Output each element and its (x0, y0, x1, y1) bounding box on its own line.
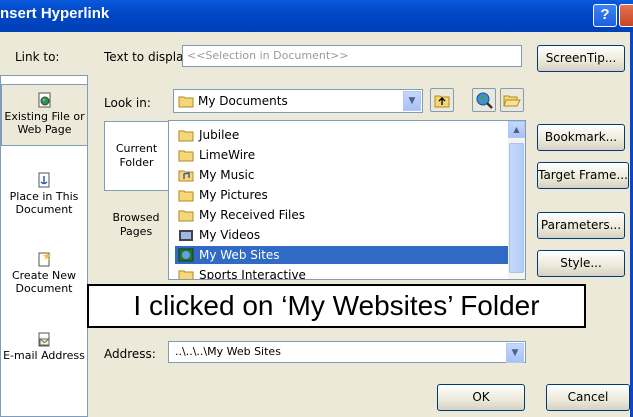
tab-current-folder[interactable]: Current Folder (104, 121, 168, 191)
chevron-down-icon[interactable]: ▼ (506, 343, 524, 363)
file-name: My Videos (199, 228, 261, 242)
list-item[interactable]: LimeWire (175, 146, 510, 164)
tab-label: Current (115, 142, 158, 155)
place-email[interactable]: E-mail Address (1, 331, 87, 381)
web-folder-icon (178, 248, 194, 262)
tab-label: Browsed (112, 211, 160, 224)
file-name: My Received Files (199, 208, 306, 222)
document-anchor-icon (38, 172, 50, 188)
screentip-button[interactable]: ScreenTip... (537, 45, 625, 72)
close-button[interactable] (619, 4, 633, 27)
file-name: LimeWire (199, 148, 256, 162)
folder-icon (178, 130, 194, 142)
place-label: Document (15, 282, 73, 295)
list-item[interactable]: Sports Interactive (175, 266, 510, 280)
look-in-label: Look in: (104, 96, 151, 110)
scroll-up-icon[interactable]: ▲ (508, 121, 525, 138)
web-search-icon (476, 92, 493, 109)
music-folder-icon (178, 170, 194, 182)
list-item[interactable]: My Music (175, 166, 510, 184)
list-item-selected[interactable]: My Web Sites (175, 246, 510, 264)
browse-file-button[interactable] (500, 88, 524, 112)
folder-icon (178, 270, 194, 279)
help-button[interactable]: ? (593, 4, 617, 27)
text-to-display-field[interactable]: <<Selection in Document>> (182, 45, 522, 67)
list-item[interactable]: My Videos (175, 226, 510, 244)
link-to-label: Link to: (15, 50, 60, 64)
vertical-scrollbar[interactable]: ▲ (508, 121, 525, 279)
look-in-select[interactable]: My Documents ▼ (173, 89, 423, 113)
parameters-button[interactable]: Parameters... (537, 212, 625, 239)
title-bar: nsert Hyperlink ? (0, 0, 633, 32)
ok-button[interactable]: OK (437, 384, 525, 411)
browse-web-button[interactable] (472, 88, 496, 112)
up-one-folder-button[interactable] (430, 88, 454, 112)
place-label: Create New (11, 269, 77, 282)
place-create-new[interactable]: Create New Document (1, 251, 87, 301)
list-item[interactable]: My Pictures (175, 186, 510, 204)
tab-label: Folder (119, 156, 154, 169)
style-button[interactable]: Style... (537, 250, 625, 277)
folder-icon (178, 210, 194, 222)
text-to-display-label: Text to display: (104, 50, 194, 64)
place-existing-file[interactable]: Existing File or Web Page (1, 84, 87, 146)
globe-page-icon (38, 92, 50, 108)
file-name: My Music (199, 168, 255, 182)
folder-icon (178, 190, 194, 202)
address-field[interactable]: ..\..\..\My Web Sites ▼ (168, 341, 526, 363)
address-label: Address: (104, 347, 156, 361)
list-item[interactable]: Jubilee (175, 126, 510, 144)
file-name: My Pictures (199, 188, 268, 202)
list-item[interactable]: My Received Files (175, 206, 510, 224)
file-name: Sports Interactive (199, 268, 306, 280)
window-title: nsert Hyperlink (0, 5, 110, 22)
place-label: Document (15, 203, 73, 216)
file-list[interactable]: Jubilee LimeWire My Music My Pictures My… (168, 120, 526, 280)
up-folder-icon (434, 95, 450, 108)
place-label: Web Page (17, 123, 72, 136)
scroll-thumb[interactable] (509, 143, 524, 273)
envelope-icon (38, 332, 50, 347)
video-folder-icon (179, 230, 193, 241)
open-folder-icon (503, 95, 521, 107)
target-frame-button[interactable]: Target Frame... (537, 162, 629, 189)
tab-browsed-pages[interactable]: Browsed Pages (104, 211, 168, 245)
file-name: Jubilee (199, 128, 240, 142)
chevron-down-icon[interactable]: ▼ (403, 91, 421, 111)
folder-icon (178, 150, 194, 162)
file-name: My Web Sites (199, 248, 280, 262)
place-in-document[interactable]: Place in This Document (1, 172, 87, 222)
tab-label: Pages (119, 225, 153, 238)
address-value: ..\..\..\My Web Sites (175, 345, 281, 358)
place-label: Place in This (9, 190, 79, 203)
folder-icon (178, 96, 194, 108)
place-label: Existing File or (4, 110, 85, 123)
insert-hyperlink-dialog: nsert Hyperlink ? Link to: Existing File… (0, 0, 633, 417)
look-in-value: My Documents (198, 94, 288, 108)
new-document-icon (38, 252, 51, 267)
place-label: E-mail Address (3, 349, 85, 362)
bookmark-button[interactable]: Bookmark... (537, 124, 625, 151)
cancel-button[interactable]: Cancel (546, 384, 630, 411)
annotation-caption: I clicked on ‘My Websites’ Folder (87, 284, 586, 328)
places-bar: Existing File or Web Page Place in This … (0, 75, 88, 417)
